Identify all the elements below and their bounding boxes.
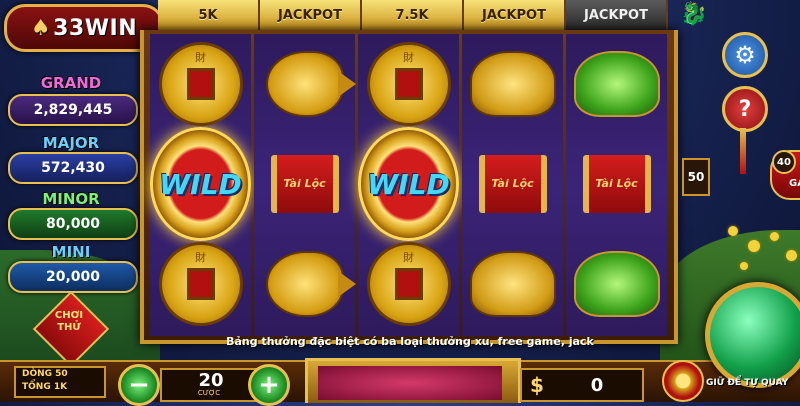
line-bet-3: 7.5K <box>362 0 464 30</box>
reel-5: Tài Lộc <box>566 34 667 336</box>
reel-symbol-scroll: Tài Lộc <box>566 134 667 234</box>
reel-symbol-jade-toad <box>566 34 667 134</box>
currency-icon: $ <box>530 373 544 397</box>
center-display-screen <box>318 366 502 400</box>
lines-total-box[interactable]: DÒNG 50 TỔNG 1K <box>14 366 106 398</box>
lines-label: DÒNG 50 <box>22 369 68 379</box>
reel-symbol-scroll: Tài Lộc <box>254 134 355 234</box>
reel-symbol-coin: 財 <box>358 234 459 334</box>
jackpot-grand-value: 2,829,445 <box>8 94 138 126</box>
spin-button[interactable] <box>705 282 800 388</box>
line-bet-2: JACKPOT <box>260 0 362 30</box>
blossom-decoration <box>770 232 779 241</box>
win-amount-field: $ 0 <box>520 368 644 402</box>
jackpot-grand-label: GRAND <box>40 74 102 92</box>
reel-4: Tài Lộc <box>462 34 563 336</box>
reel-symbol-goldfish <box>254 34 356 134</box>
tassel-decoration <box>740 128 746 174</box>
logo-text: 33WIN <box>53 15 138 41</box>
total-label: TỔNG 1K <box>22 382 68 392</box>
help-question-icon[interactable]: ? <box>722 86 768 132</box>
line-bet-5: JACKPOT <box>566 0 668 30</box>
win-value: 0 <box>590 374 604 396</box>
dragon-ornament-icon: 🐉 <box>680 2 708 27</box>
side-badge-text: GA <box>789 178 800 189</box>
reel-symbol-jade-toad <box>566 234 667 334</box>
spin-hint-label: GIỮ ĐỂ TỰ QUAY <box>706 378 789 388</box>
demo-play-label: CHƠI THỬ <box>54 310 84 333</box>
flower-ornament-icon <box>662 360 704 402</box>
jackpot-mini-value: 20,000 <box>8 261 138 293</box>
jackpot-mini-label: MINI <box>51 243 91 261</box>
reel-2: Tài Lộc <box>254 34 356 336</box>
side-badge-number: 40 <box>772 150 796 174</box>
spade-icon: ♠ <box>30 15 52 41</box>
settings-gear-icon[interactable]: ⚙ <box>722 32 768 78</box>
jackpot-minor-label: MINOR <box>42 190 100 208</box>
blossom-decoration <box>786 250 797 261</box>
bet-value: 20 <box>198 370 224 391</box>
reel-symbol-gold-toad <box>462 234 563 334</box>
line-bet-bar: 5K JACKPOT 7.5K JACKPOT JACKPOT <box>158 0 668 32</box>
line-bet-4: JACKPOT <box>464 0 566 30</box>
lines-count-indicator: 50 <box>682 158 710 196</box>
reel-symbol-gold-toad <box>462 34 563 134</box>
reel-symbol-wild: WILD <box>358 127 459 241</box>
reel-symbol-scroll: Tài Lộc <box>462 134 563 234</box>
jackpot-major-label: MAJOR <box>42 134 100 152</box>
side-promo-badge[interactable]: 40 GA <box>770 150 800 200</box>
jackpot-major-value: 572,430 <box>8 152 138 184</box>
jackpot-minor-value: 80,000 <box>8 208 138 240</box>
reel-symbol-coin: 財 <box>150 34 251 134</box>
reel-3: 財 WILD 財 <box>358 34 459 336</box>
line-bet-1: 5K <box>158 0 260 30</box>
reel-1: 財 WILD 財 <box>150 34 251 336</box>
reel-symbol-goldfish <box>254 234 356 334</box>
blossom-decoration <box>740 262 748 270</box>
reel-symbol-coin: 財 <box>358 34 459 134</box>
blossom-decoration <box>748 240 760 252</box>
blossom-decoration <box>728 226 738 236</box>
bet-label: CƯỢC <box>197 389 221 397</box>
reel-symbol-wild: WILD <box>150 127 251 241</box>
feature-caption: Bảng thưởng đặc biệt có ba loại thưởng x… <box>226 335 594 348</box>
reel-symbol-coin: 財 <box>150 234 251 334</box>
